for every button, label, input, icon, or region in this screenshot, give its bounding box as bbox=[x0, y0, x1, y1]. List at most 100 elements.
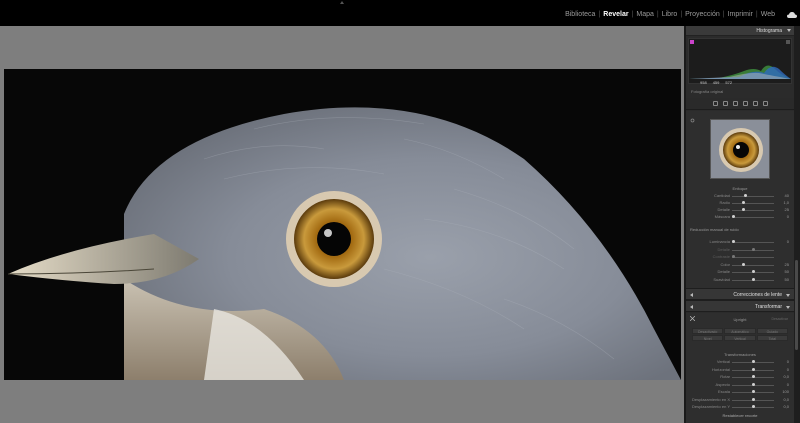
upright-off-button[interactable]: Desactivado bbox=[692, 328, 724, 334]
transform-slider-value[interactable]: 0,0 bbox=[783, 374, 789, 379]
upright-vertical-button[interactable]: Vertical bbox=[724, 335, 756, 341]
sharpen-slider-knob[interactable] bbox=[742, 208, 745, 211]
noise-slider-knob[interactable] bbox=[732, 240, 735, 243]
redeye-tool-icon[interactable] bbox=[732, 101, 738, 106]
noise-slider-knob[interactable] bbox=[742, 262, 745, 266]
cloud-sync-icon[interactable] bbox=[787, 12, 797, 18]
transform-slider-value[interactable]: 0,0 bbox=[783, 404, 789, 409]
noise-slider[interactable]: Color 25 bbox=[686, 262, 794, 268]
transform-header[interactable]: Transformar bbox=[686, 300, 794, 312]
sharpen-slider-track[interactable] bbox=[732, 217, 774, 218]
noise-slider-knob[interactable] bbox=[752, 270, 755, 273]
expand-transform-icon[interactable] bbox=[690, 305, 693, 309]
upright-auto-button[interactable]: Automático bbox=[724, 328, 756, 334]
sharpen-slider[interactable]: Radio 1,0 bbox=[686, 200, 794, 206]
lens-collapse-icon[interactable] bbox=[786, 294, 790, 297]
sharpen-slider-track[interactable] bbox=[732, 210, 774, 211]
transform-collapse-icon[interactable] bbox=[786, 306, 790, 309]
noise-slider[interactable]: Detalle 50 bbox=[686, 269, 794, 275]
transform-slider-knob[interactable] bbox=[752, 382, 755, 386]
mask-tool-icon[interactable] bbox=[742, 101, 748, 106]
transform-slider-knob[interactable] bbox=[752, 360, 755, 363]
transform-slider-value[interactable]: 100 bbox=[782, 389, 789, 394]
sharpen-slider-label: Cantidad bbox=[713, 193, 730, 198]
transform-slider-knob[interactable] bbox=[752, 397, 755, 401]
transform-slider[interactable]: Desplazamiento en Y 0,0 bbox=[686, 404, 794, 410]
module-web[interactable]: Web bbox=[758, 11, 778, 18]
sharpen-slider[interactable]: Detalle 25 bbox=[686, 207, 794, 213]
transform-slider-knob[interactable] bbox=[752, 375, 755, 378]
sharpen-slider[interactable]: Cantidad 40 bbox=[686, 193, 794, 199]
sharpen-slider-knob[interactable] bbox=[744, 194, 747, 197]
sharpen-slider-track[interactable] bbox=[732, 203, 774, 204]
transform-slider-label: Escala bbox=[717, 389, 730, 394]
panel-scroll-thumb[interactable] bbox=[795, 260, 798, 350]
histogram[interactable] bbox=[688, 38, 792, 84]
panel-scrollbar[interactable] bbox=[794, 26, 800, 423]
transform-slider[interactable]: Desplazamiento en X 0,0 bbox=[686, 397, 794, 403]
expand-lens-icon[interactable] bbox=[690, 293, 693, 297]
transform-slider-knob[interactable] bbox=[752, 405, 755, 408]
noise-slider-track[interactable] bbox=[732, 257, 774, 258]
reset-crop-link[interactable]: Restablecer recorte bbox=[686, 413, 794, 418]
noise-slider-knob[interactable] bbox=[732, 255, 735, 258]
histogram-header[interactable]: Histograma bbox=[686, 26, 794, 36]
upright-guided-button[interactable]: Guiado bbox=[756, 328, 788, 334]
crop-tool-icon[interactable] bbox=[712, 101, 718, 106]
noise-slider[interactable]: Luminancia 0 bbox=[686, 239, 794, 245]
brush-tool-icon[interactable] bbox=[762, 101, 768, 106]
collapse-histogram-icon[interactable] bbox=[787, 29, 791, 32]
transform-slider[interactable]: Vertical 0 bbox=[686, 359, 794, 365]
noise-slider-label: Luminancia bbox=[709, 239, 730, 244]
transform-slider-label: Aspecto bbox=[715, 381, 730, 387]
transform-slider-label: Desplazamiento en X bbox=[691, 396, 730, 402]
transform-slider[interactable]: Escala 100 bbox=[686, 389, 794, 395]
transform-slider-value[interactable]: 0 bbox=[787, 382, 789, 387]
heal-tool-icon[interactable] bbox=[722, 101, 728, 106]
noise-slider[interactable]: Suavidad 50 bbox=[686, 277, 794, 283]
sharpen-slider-value[interactable]: 0 bbox=[787, 214, 789, 219]
module-imprimir[interactable]: Imprimir bbox=[725, 11, 756, 18]
sharpen-slider-value[interactable]: 40 bbox=[785, 193, 789, 198]
upright-full-button[interactable]: Total bbox=[756, 335, 788, 341]
transform-slider-knob[interactable] bbox=[752, 390, 755, 393]
transform-slider[interactable]: Rotar 0,0 bbox=[686, 374, 794, 380]
detail-zoom-icon[interactable] bbox=[690, 118, 695, 123]
noise-slider-value[interactable]: 50 bbox=[785, 269, 789, 274]
noise-slider-value[interactable]: 25 bbox=[785, 262, 789, 267]
noise-slider-track[interactable] bbox=[732, 242, 774, 243]
transform-slider-value[interactable]: 0,0 bbox=[783, 397, 789, 402]
noise-slider-knob[interactable] bbox=[752, 247, 755, 251]
sharpen-slider-knob[interactable] bbox=[732, 215, 735, 218]
transform-slider-knob[interactable] bbox=[752, 367, 755, 371]
module-mapa[interactable]: Mapa bbox=[633, 11, 657, 18]
sharpen-slider-track[interactable] bbox=[732, 196, 774, 197]
noise-slider[interactable]: Detalle bbox=[686, 247, 794, 253]
upright-disable[interactable]: Desactivar bbox=[771, 317, 788, 321]
image-canvas[interactable] bbox=[0, 26, 684, 423]
module-biblioteca[interactable]: Biblioteca bbox=[562, 11, 598, 18]
collapse-top-panel-icon[interactable] bbox=[340, 1, 344, 4]
transform-slider[interactable]: Aspecto 0 bbox=[686, 382, 794, 388]
lens-corrections-header[interactable]: Correcciones de lente bbox=[686, 288, 794, 300]
module-revelar[interactable]: Revelar bbox=[600, 11, 631, 18]
sharpen-slider-knob[interactable] bbox=[742, 201, 745, 204]
noise-slider-knob[interactable] bbox=[752, 277, 755, 281]
sharpen-slider-value[interactable]: 25 bbox=[785, 207, 789, 212]
module-libro[interactable]: Libro bbox=[659, 11, 681, 18]
module-proyeccion[interactable]: Proyección bbox=[682, 11, 723, 18]
noise-slider[interactable]: Contraste bbox=[686, 254, 794, 260]
detail-preview[interactable] bbox=[710, 119, 770, 179]
sharpen-slider-value[interactable]: 1,0 bbox=[783, 200, 789, 205]
noise-slider-value[interactable]: 50 bbox=[785, 277, 789, 282]
photo-preview[interactable] bbox=[4, 69, 681, 380]
transform-slider[interactable]: Horizontal 0 bbox=[686, 367, 794, 373]
transform-slider-value[interactable]: 0 bbox=[787, 367, 789, 372]
noise-slider-track[interactable] bbox=[732, 264, 774, 266]
noise-slider-value[interactable]: 0 bbox=[787, 239, 789, 244]
sharpen-slider[interactable]: Máscara 0 bbox=[686, 214, 794, 220]
gradient-tool-icon[interactable] bbox=[752, 101, 758, 106]
transform-slider-value[interactable]: 0 bbox=[787, 359, 789, 364]
upright-level-button[interactable]: Nivel bbox=[692, 335, 724, 341]
lens-corrections-title: Correcciones de lente bbox=[733, 292, 782, 298]
